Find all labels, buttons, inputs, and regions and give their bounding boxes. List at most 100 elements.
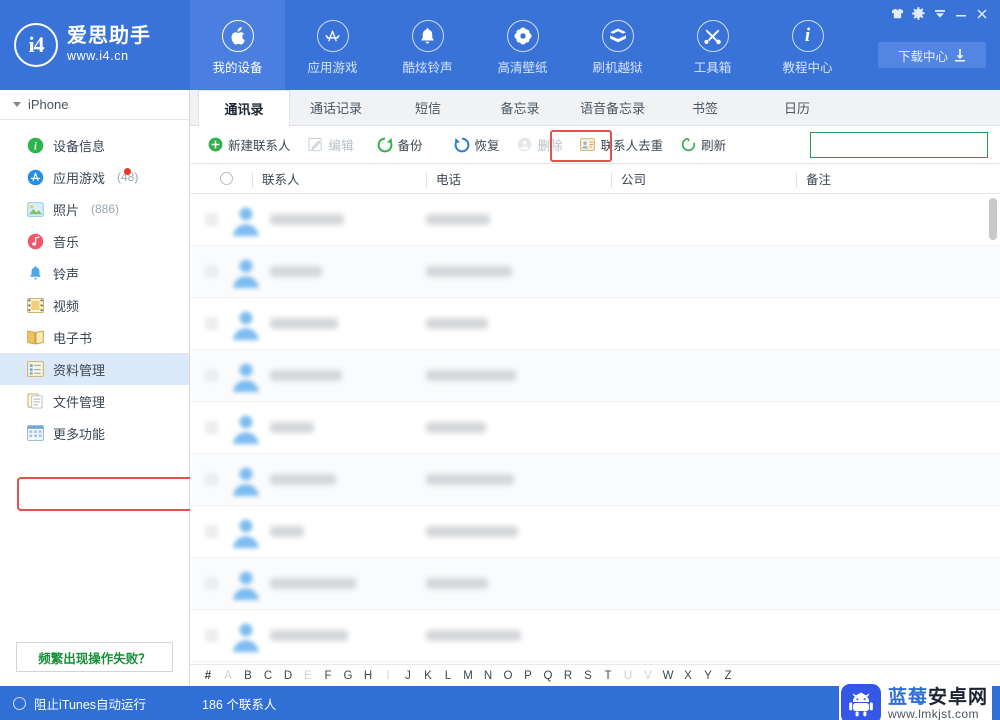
alpha-index-c[interactable]: C	[258, 670, 278, 682]
table-row[interactable]	[190, 558, 1000, 610]
table-row[interactable]	[190, 298, 1000, 350]
tab-bookmarks[interactable]: 书签	[659, 90, 751, 125]
contact-avatar	[233, 571, 259, 600]
alpha-index-k[interactable]: K	[418, 670, 438, 682]
alpha-index-b[interactable]: B	[238, 670, 258, 682]
row-checkbox[interactable]	[190, 369, 224, 382]
alpha-index-hash[interactable]: #	[198, 670, 218, 682]
edit-contact-label: 编辑	[328, 139, 354, 153]
sidebar-item-file-management[interactable]: 文件管理	[0, 385, 189, 417]
sidebar-item-more-features[interactable]: 更多功能	[0, 417, 189, 449]
device-header[interactable]: iPhone	[0, 90, 189, 120]
nav-item-toolbox[interactable]: 工具箱	[665, 0, 760, 90]
skin-icon[interactable]	[887, 4, 908, 23]
alpha-index-q[interactable]: Q	[538, 670, 558, 682]
new-contact-button[interactable]: 新建联系人	[200, 131, 298, 158]
sidebar-item-photos[interactable]: 照片 (886)	[0, 193, 189, 225]
close-icon[interactable]	[971, 4, 992, 23]
collapse-triangle-icon	[13, 102, 21, 107]
alpha-index-p[interactable]: P	[518, 670, 538, 682]
alpha-index-h[interactable]: H	[358, 670, 378, 682]
alpha-index-g[interactable]: G	[338, 670, 358, 682]
nav-item-tutorials[interactable]: i 教程中心	[760, 0, 855, 90]
search-icon[interactable]	[980, 138, 981, 153]
sidebar-item-data-management[interactable]: 资料管理	[0, 353, 189, 385]
tab-notes[interactable]: 备忘录	[474, 90, 566, 125]
itunes-block-toggle[interactable]: 阻止iTunes自动运行	[0, 694, 190, 713]
sidebar-item-music[interactable]: 音乐	[0, 225, 189, 257]
row-checkbox[interactable]	[190, 317, 224, 330]
tab-sms[interactable]: 短信	[382, 90, 474, 125]
alpha-index-m[interactable]: M	[458, 670, 478, 682]
nav-item-ringtones[interactable]: 酷炫铃声	[380, 0, 475, 90]
gear-icon[interactable]	[908, 4, 929, 23]
alpha-index-j[interactable]: J	[398, 670, 418, 682]
alpha-index-y[interactable]: Y	[698, 670, 718, 682]
sidebar-item-apps-games[interactable]: 应用游戏 (48)	[0, 161, 189, 193]
column-header-note[interactable]: 备注	[796, 169, 1000, 188]
table-row[interactable]	[190, 506, 1000, 558]
tab-call-history[interactable]: 通话记录	[290, 90, 382, 125]
minimize-icon[interactable]	[950, 4, 971, 23]
row-checkbox[interactable]	[190, 577, 224, 590]
sidebar-item-label: 应用游戏	[53, 170, 106, 186]
refresh-button[interactable]: 刷新	[673, 131, 733, 158]
search-input[interactable]	[819, 138, 980, 152]
nav-item-my-device[interactable]: 我的设备	[190, 0, 285, 90]
select-all-circle-icon[interactable]	[219, 172, 233, 185]
alpha-index-w[interactable]: W	[658, 670, 678, 682]
nav-item-apps-games[interactable]: 应用游戏	[285, 0, 380, 90]
alpha-index-z[interactable]: Z	[718, 670, 738, 682]
alpha-index-l[interactable]: L	[438, 670, 458, 682]
alpha-index-s[interactable]: S	[578, 670, 598, 682]
row-checkbox[interactable]	[190, 421, 224, 434]
sidebar-list: i 设备信息 应用游戏 (48) 照片 (886) 音乐 铃声 视频 电子书 资…	[0, 120, 189, 449]
nav-item-wallpapers[interactable]: 高清壁纸	[475, 0, 570, 90]
row-checkbox[interactable]	[190, 525, 224, 538]
row-checkbox[interactable]	[190, 473, 224, 486]
alpha-index-d[interactable]: D	[278, 670, 298, 682]
table-row[interactable]	[190, 246, 1000, 298]
dedupe-contacts-button[interactable]: 联系人去重	[573, 131, 671, 158]
row-checkbox[interactable]	[190, 265, 224, 278]
sidebar-item-ringtone[interactable]: 铃声	[0, 257, 189, 289]
table-row[interactable]	[190, 402, 1000, 454]
sidebar-item-device-info[interactable]: i 设备信息	[0, 129, 189, 161]
contact-avatar-cell	[224, 515, 268, 549]
vertical-scrollbar-thumb[interactable]	[989, 198, 997, 240]
radio-circle-icon[interactable]	[13, 696, 26, 710]
column-header-company[interactable]: 公司	[611, 169, 796, 188]
tab-voice-memos[interactable]: 语音备忘录	[566, 90, 659, 125]
tab-contacts[interactable]: 通讯录	[198, 90, 290, 126]
edit-contact-button[interactable]: 编辑	[301, 131, 361, 158]
appstore-circle-icon	[26, 168, 44, 186]
nav-label: 酷炫铃声	[402, 61, 453, 75]
operation-failure-help-button[interactable]: 频繁出现操作失败？	[16, 642, 173, 672]
tab-calendar[interactable]: 日历	[751, 90, 843, 125]
alpha-index-f[interactable]: F	[318, 670, 338, 682]
sidebar-item-ebook[interactable]: 电子书	[0, 321, 189, 353]
table-row[interactable]	[190, 194, 1000, 246]
table-row[interactable]	[190, 610, 1000, 662]
row-checkbox[interactable]	[190, 629, 224, 642]
contacts-list[interactable]	[190, 194, 1000, 664]
restore-button[interactable]: 恢复	[447, 131, 507, 158]
tray-down-icon[interactable]	[929, 4, 950, 23]
row-checkbox[interactable]	[190, 213, 224, 226]
table-row[interactable]	[190, 350, 1000, 402]
alpha-index-x[interactable]: X	[678, 670, 698, 682]
search-box[interactable]	[810, 132, 988, 158]
column-header-contact[interactable]: 联系人	[252, 169, 426, 188]
alpha-index-r[interactable]: R	[558, 670, 578, 682]
backup-button[interactable]: 备份	[370, 131, 430, 158]
select-all-cell[interactable]	[190, 172, 252, 185]
sidebar-item-video[interactable]: 视频	[0, 289, 189, 321]
column-header-phone[interactable]: 电话	[426, 169, 611, 188]
alpha-index-n[interactable]: N	[478, 670, 498, 682]
alpha-index-o[interactable]: O	[498, 670, 518, 682]
nav-item-flash-jailbreak[interactable]: 刷机越狱	[570, 0, 665, 90]
download-center-button[interactable]: 下载中心	[878, 42, 986, 68]
table-row[interactable]	[190, 454, 1000, 506]
alpha-index-t[interactable]: T	[598, 670, 618, 682]
delete-contact-button[interactable]: 删除	[510, 131, 570, 158]
